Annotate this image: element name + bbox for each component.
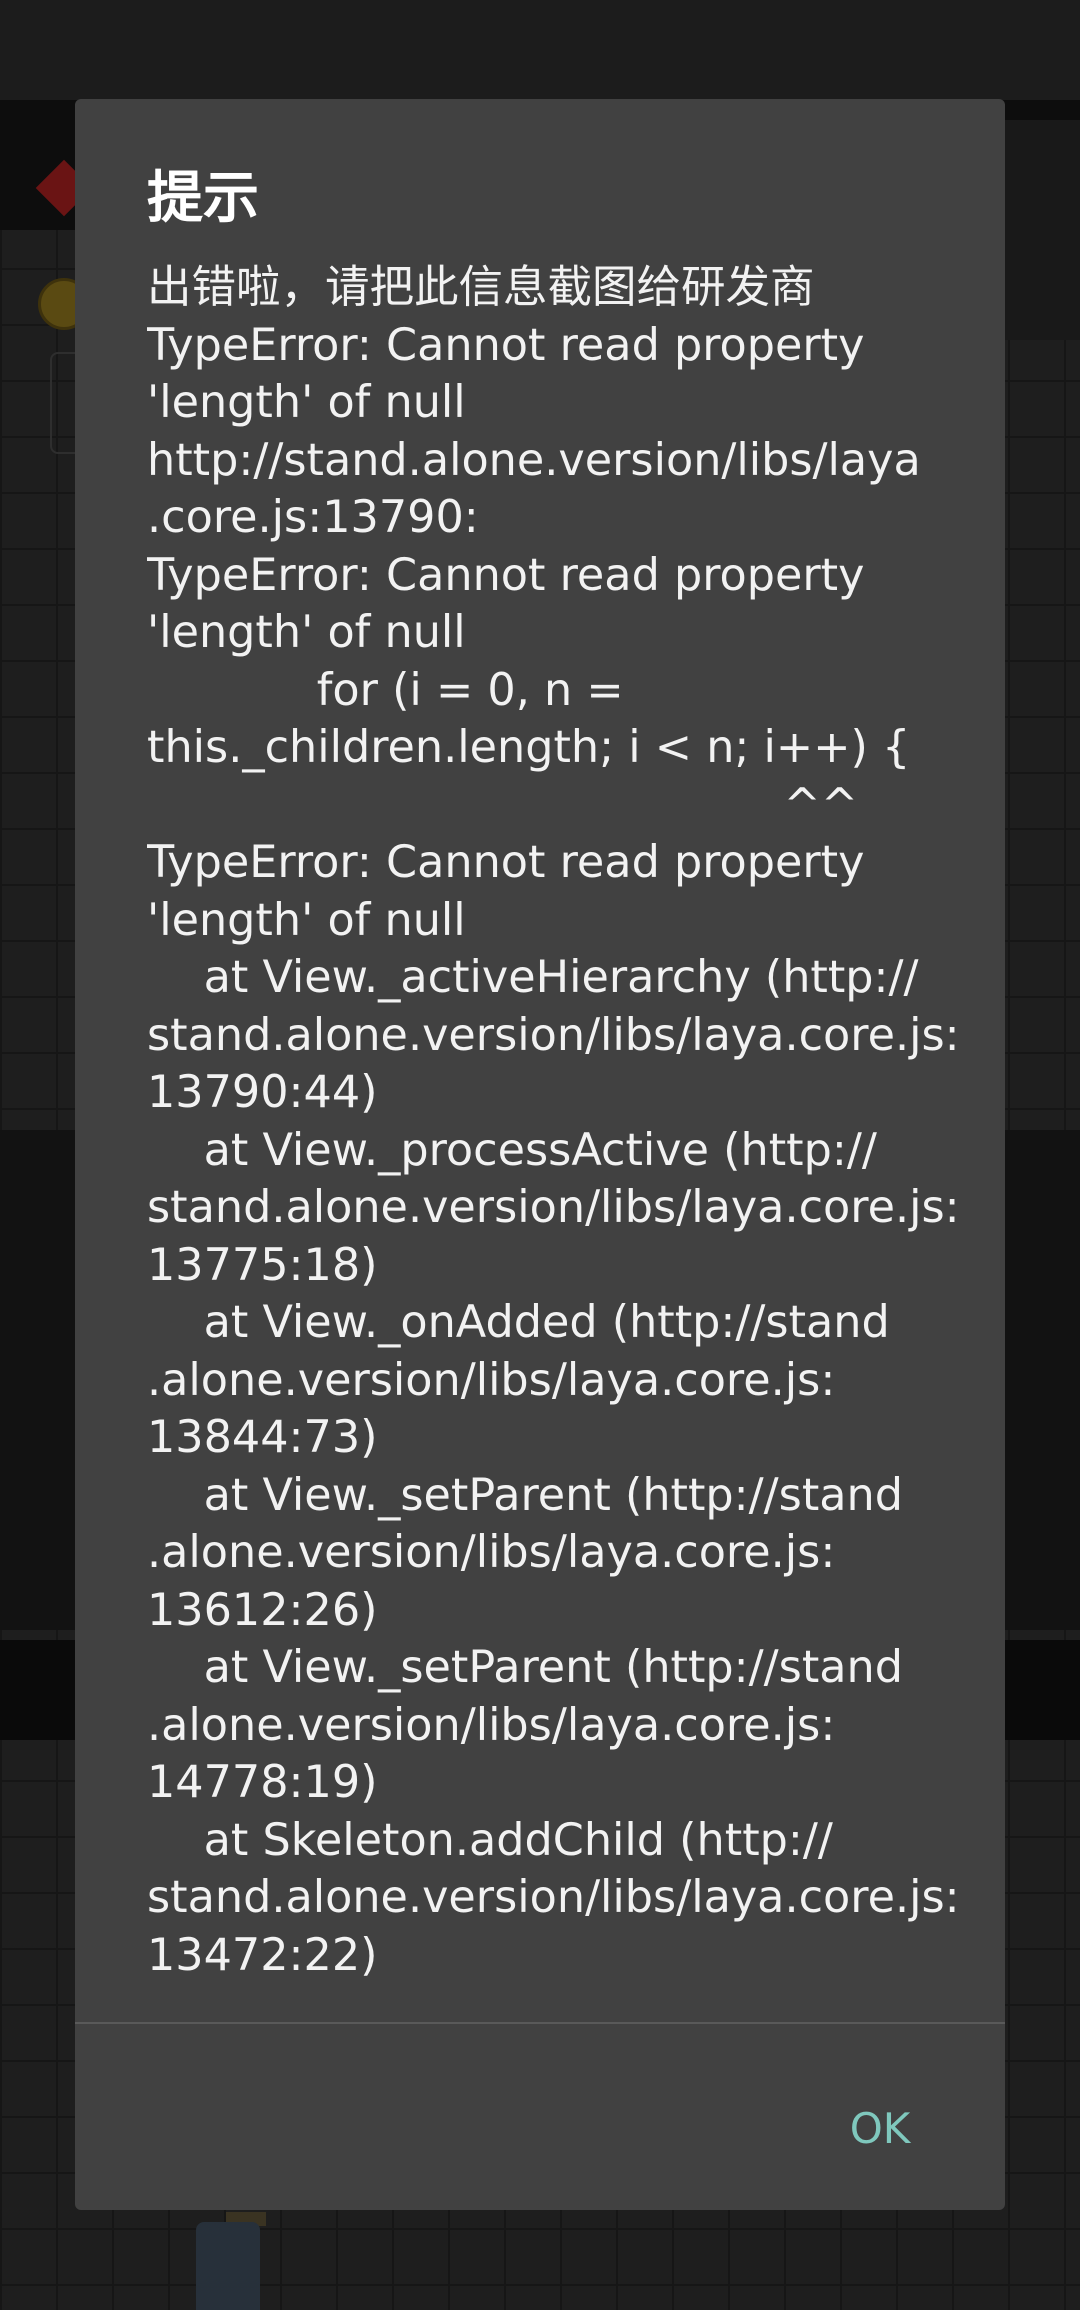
message-line: 'length' of null <box>147 607 466 658</box>
message-line: 'length' of null <box>147 894 466 946</box>
message-line: at View._setParent (http://stand <box>147 1469 904 1521</box>
ok-button[interactable]: OK <box>815 2084 945 2174</box>
message-line: 13844:73) <box>147 1412 378 1463</box>
message-line: TypeError: Cannot read property <box>147 549 865 601</box>
message-line: .core.js:13790: <box>147 492 479 543</box>
status-bar <box>0 0 1080 100</box>
message-line: TypeError: Cannot read property <box>147 837 865 888</box>
screen: 提示 出错啦，请把此信息截图给研发商 TypeError: Cannot read… <box>0 0 1080 2310</box>
message-line: ^^ <box>147 779 859 831</box>
message-line: for (i = 0, n = <box>147 664 624 716</box>
message-line: .alone.version/libs/laya.core.js: <box>147 1354 836 1406</box>
message-line: 13612:26) <box>147 1584 378 1636</box>
message-line: at View._setParent (http://stand <box>147 1642 904 1693</box>
message-line: at View._activeHierarchy (http:// <box>147 952 919 1003</box>
message-line: .alone.version/libs/laya.core.js: <box>147 1699 836 1751</box>
message-line: .alone.version/libs/laya.core.js: <box>147 1527 836 1578</box>
message-line: stand.alone.version/libs/laya.core.js: <box>147 1182 960 1233</box>
message-line: 出错啦，请把此信息截图给研发商 <box>147 262 815 313</box>
message-line: at View._onAdded (http://stand <box>147 1297 890 1348</box>
error-dialog: 提示 出错啦，请把此信息截图给研发商 TypeError: Cannot read… <box>75 99 1005 2210</box>
game-character <box>196 2222 260 2310</box>
message-line: this._children.length; i < n; i++) { <box>147 722 911 773</box>
game-side-panel <box>1005 120 1080 340</box>
message-line: 13472:22) <box>147 1929 378 1981</box>
message-line: http://stand.alone.version/libs/laya <box>147 434 921 486</box>
message-line: TypeError: Cannot read property <box>147 319 865 371</box>
message-line: 13790:44) <box>147 1067 378 1118</box>
message-line: stand.alone.version/libs/laya.core.js: <box>147 1009 960 1061</box>
message-line: at Skeleton.addChild (http:// <box>147 1814 833 1866</box>
message-line: 13775:18) <box>147 1239 378 1291</box>
message-line: 'length' of null <box>147 377 466 428</box>
dialog-divider <box>75 2022 1005 2024</box>
message-line: stand.alone.version/libs/laya.core.js: <box>147 1872 960 1923</box>
dialog-title: 提示 <box>147 166 259 231</box>
message-line: 14778:19) <box>147 1757 378 1808</box>
dialog-message: 出错啦，请把此信息截图给研发商 TypeError: Cannot read pr… <box>147 259 977 2119</box>
message-line: at View._processActive (http:// <box>147 1124 877 1176</box>
